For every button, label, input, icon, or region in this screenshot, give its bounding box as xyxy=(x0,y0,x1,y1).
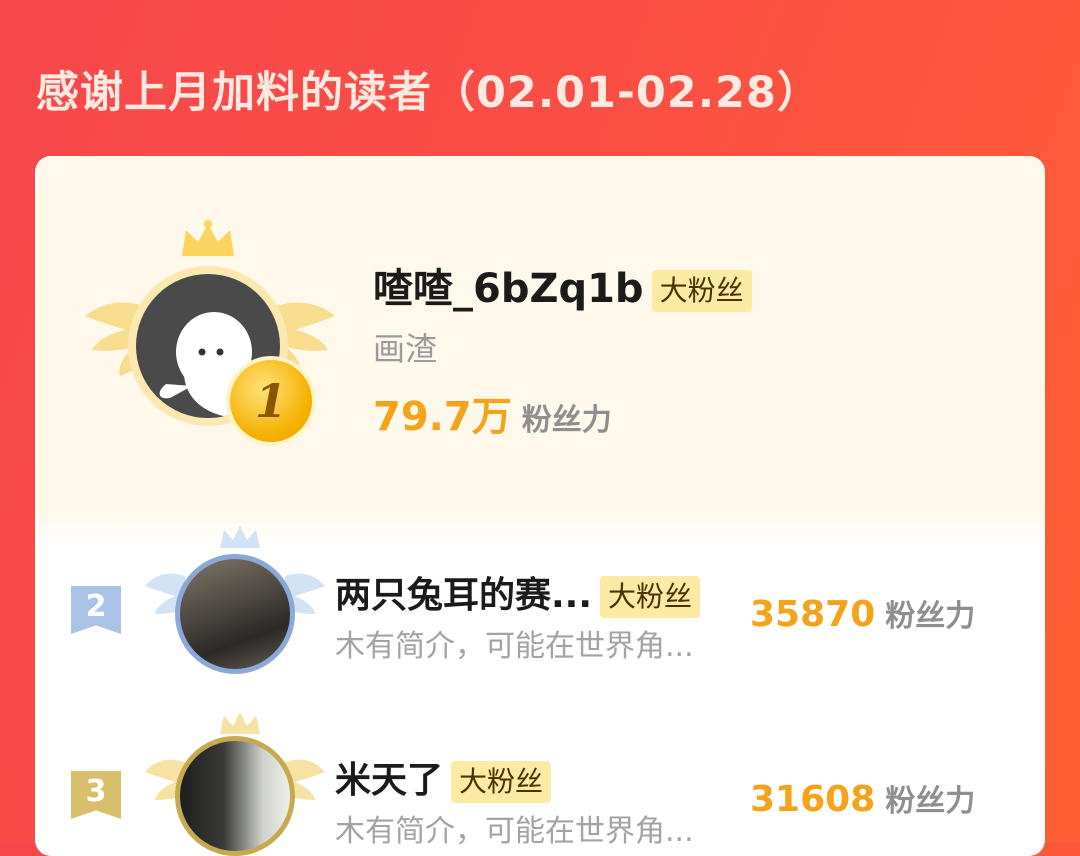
rank-ribbon-icon: 3 xyxy=(71,771,121,819)
avatar[interactable] xyxy=(175,736,295,856)
power-label: 粉丝力 xyxy=(885,599,976,634)
rank-medal-icon: 1 xyxy=(226,356,316,446)
fan-level-badge: 大粉丝 xyxy=(651,270,752,312)
fan-level-badge: 大粉丝 xyxy=(451,761,552,803)
top-fan-power: 79.7万 粉丝力 xyxy=(373,384,612,442)
fan-bio: 木有简介，可能在世界角... xyxy=(335,629,694,664)
top-fan-name-text: 喳喳_6bZq1b xyxy=(373,266,644,312)
power-value: 79.7万 xyxy=(373,394,512,440)
page-title: 感谢上月加料的读者（02.01-02.28） xyxy=(36,68,821,118)
leaderboard-row[interactable]: 2 两只兔耳的赛... 大粉丝 木有简介，可能在世界角... 35870 粉丝力 xyxy=(35,526,1045,686)
fan-name[interactable]: 两只兔耳的赛... 大粉丝 xyxy=(335,566,701,618)
top-fan-name[interactable]: 喳喳_6bZq1b 大粉丝 xyxy=(373,256,752,314)
power-value: 31608 xyxy=(750,779,876,820)
fan-bio: 木有简介，可能在世界角... xyxy=(335,814,694,849)
fan-name-text: 两只兔耳的赛... xyxy=(335,575,593,616)
fan-level-badge: 大粉丝 xyxy=(600,576,701,618)
fan-name[interactable]: 米天了 大粉丝 xyxy=(335,751,552,803)
fan-power: 31608 粉丝力 xyxy=(750,776,975,820)
power-label: 粉丝力 xyxy=(521,403,612,438)
power-value: 35870 xyxy=(750,594,876,635)
fan-leaderboard-card: 1 喳喳_6bZq1b 大粉丝 画渣 79.7万 粉丝力 2 两只兔耳的赛... 大粉… xyxy=(35,156,1045,856)
fan-power: 35870 粉丝力 xyxy=(750,591,975,635)
top-fan-bio: 画渣 xyxy=(373,330,438,368)
rank-ribbon-icon: 2 xyxy=(71,586,121,634)
top-fan-panel[interactable]: 1 喳喳_6bZq1b 大粉丝 画渣 79.7万 粉丝力 xyxy=(35,156,1045,546)
avatar[interactable] xyxy=(175,554,295,674)
crown-icon xyxy=(182,220,234,256)
leaderboard-row[interactable]: 3 米天了 大粉丝 木有简介，可能在世界角... 31608 粉丝力 xyxy=(35,712,1045,856)
fan-name-text: 米天了 xyxy=(335,760,444,801)
power-label: 粉丝力 xyxy=(885,784,976,819)
